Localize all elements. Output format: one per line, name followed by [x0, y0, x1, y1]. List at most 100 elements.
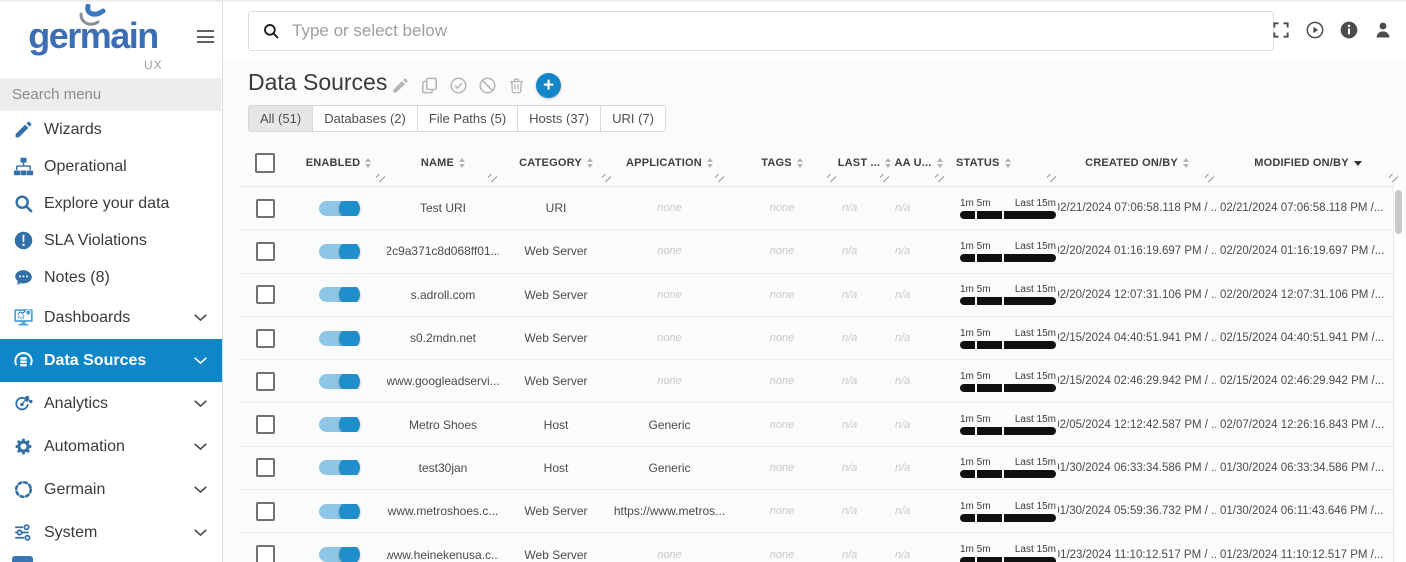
row-checkbox[interactable]	[256, 458, 275, 477]
trash-icon[interactable]	[507, 76, 526, 95]
user-icon[interactable]	[1372, 19, 1394, 41]
table-row[interactable]: test30janHostGenericnonen/an/a1m 5mLast …	[240, 447, 1400, 490]
sidebar-item-system[interactable]: System	[0, 511, 222, 554]
enabled-toggle[interactable]	[319, 374, 359, 389]
sidebar-item-analytics[interactable]: Analytics	[0, 382, 222, 425]
table-row[interactable]: www.metroshoes.c...Web Serverhttps://www…	[240, 490, 1400, 533]
table-row[interactable]: Test URIURInonenonen/an/a1m 5mLast 15m02…	[240, 187, 1400, 230]
column-resize-handle[interactable]	[827, 174, 836, 182]
enabled-toggle[interactable]	[319, 244, 359, 259]
enabled-cell	[290, 201, 387, 216]
column-resize-handle[interactable]	[1047, 174, 1056, 182]
column-header-application[interactable]: APPLICATION	[613, 140, 726, 186]
tab-databases-2[interactable]: Databases (2)	[313, 105, 418, 132]
status-widget[interactable]: 1m 5mLast 15m	[960, 501, 1056, 522]
cell-value: Web Server	[524, 331, 587, 345]
pencil-icon[interactable]	[391, 76, 410, 95]
enabled-toggle[interactable]	[319, 547, 359, 562]
add-data-source-button[interactable]: +	[536, 73, 561, 98]
sidebar-item-dashboards[interactable]: Dashboards	[0, 296, 222, 339]
sidebar-search-input[interactable]	[0, 78, 221, 111]
table-row[interactable]: 2c9a371c8d068ff01...Web Servernonenonen/…	[240, 230, 1400, 273]
sidebar-item-automation[interactable]: Automation	[0, 425, 222, 468]
enabled-toggle[interactable]	[319, 287, 359, 302]
row-checkbox[interactable]	[256, 329, 275, 348]
toggle-knob	[339, 244, 360, 259]
row-checkbox-cell	[240, 502, 290, 521]
table-cell: Web Server	[499, 504, 613, 518]
table-cell: Generic	[613, 418, 726, 432]
status-widget[interactable]: 1m 5mLast 15m	[960, 414, 1056, 435]
column-resize-handle[interactable]	[376, 174, 385, 182]
table-row[interactable]: www.googleadservi...Web Servernonenonen/…	[240, 360, 1400, 403]
sidebar-item-wizards[interactable]: Wizards	[0, 111, 222, 148]
column-header-modified[interactable]: MODIFIED ON/BY	[1216, 140, 1400, 186]
status-widget[interactable]: 1m 5mLast 15m	[960, 371, 1056, 392]
row-checkbox[interactable]	[256, 242, 275, 261]
status-widget[interactable]: 1m 5mLast 15m	[960, 284, 1056, 305]
column-header-aau[interactable]: AA U...	[891, 140, 946, 186]
tab-uri-7[interactable]: URI (7)	[601, 105, 666, 132]
table-cell: s.adroll.com	[387, 288, 499, 302]
column-header-status[interactable]: STATUS	[946, 140, 1058, 186]
status-bar-divider	[1002, 341, 1004, 349]
table-cell: none	[726, 505, 838, 517]
ban-icon[interactable]	[478, 76, 497, 95]
check-circle-icon[interactable]	[449, 76, 468, 95]
table-cell: 01/23/2024 11:10:12.517 PM / ...	[1058, 549, 1216, 561]
sidebar-item-data-sources[interactable]: Data Sources	[0, 339, 222, 382]
column-resize-handle[interactable]	[488, 174, 497, 182]
enabled-toggle[interactable]	[319, 460, 359, 475]
enabled-toggle[interactable]	[319, 201, 359, 216]
sidebar-item-germain[interactable]: Germain	[0, 468, 222, 511]
column-resize-handle[interactable]	[880, 174, 889, 182]
row-checkbox[interactable]	[256, 502, 275, 521]
column-resize-handle[interactable]	[715, 174, 724, 182]
row-checkbox[interactable]	[256, 199, 275, 218]
column-header-category[interactable]: CATEGORY	[499, 140, 613, 186]
status-label-left: 1m 5m	[960, 457, 991, 468]
status-widget[interactable]: 1m 5mLast 15m	[960, 328, 1056, 349]
row-checkbox[interactable]	[256, 372, 275, 391]
column-header-created[interactable]: CREATED ON/BY	[1058, 140, 1216, 186]
column-header-tags[interactable]: TAGS	[726, 140, 838, 186]
row-checkbox[interactable]	[256, 285, 275, 304]
row-checkbox[interactable]	[256, 545, 275, 562]
sidebar-item-notes-8[interactable]: Notes (8)	[0, 259, 222, 296]
fullscreen-icon[interactable]	[1270, 19, 1292, 41]
tab-file-paths-5[interactable]: File Paths (5)	[418, 105, 518, 132]
column-resize-handle[interactable]	[1205, 174, 1214, 182]
row-checkbox[interactable]	[256, 415, 275, 434]
column-resize-handle[interactable]	[935, 174, 944, 182]
sidebar-item-operational[interactable]: Operational	[0, 148, 222, 185]
table-row[interactable]: s.adroll.comWeb Servernonenonen/an/a1m 5…	[240, 274, 1400, 317]
sidebar-item-sla-violations[interactable]: SLA Violations	[0, 222, 222, 259]
status-widget[interactable]: 1m 5mLast 15m	[960, 544, 1056, 562]
enabled-toggle[interactable]	[319, 331, 359, 346]
table-row[interactable]: Metro ShoesHostGenericnonen/an/a1m 5mLas…	[240, 403, 1400, 446]
column-resize-handle[interactable]	[1389, 174, 1398, 182]
column-header-enabled[interactable]: ENABLED	[290, 140, 387, 186]
enabled-toggle[interactable]	[319, 417, 359, 432]
tab-hosts-37[interactable]: Hosts (37)	[518, 105, 601, 132]
global-search[interactable]	[248, 11, 1274, 51]
status-widget[interactable]: 1m 5mLast 15m	[960, 241, 1056, 262]
tab-all-51[interactable]: All (51)	[248, 105, 313, 132]
status-widget[interactable]: 1m 5mLast 15m	[960, 457, 1056, 478]
global-search-input[interactable]	[290, 20, 1273, 42]
copy-icon[interactable]	[420, 76, 439, 95]
column-header-name[interactable]: NAME	[387, 140, 499, 186]
column-resize-handle[interactable]	[602, 174, 611, 182]
status-widget[interactable]: 1m 5mLast 15m	[960, 198, 1056, 219]
germain-logo[interactable]: germain UX	[18, 18, 168, 54]
scrollbar-thumb[interactable]	[1395, 190, 1402, 234]
enabled-toggle[interactable]	[319, 504, 359, 519]
info-circle-icon[interactable]	[1338, 19, 1360, 41]
column-header-last[interactable]: LAST ...	[838, 140, 891, 186]
select-all-checkbox[interactable]	[255, 153, 275, 173]
table-row[interactable]: www.heinekenusa.c...Web Servernonenonen/…	[240, 533, 1400, 562]
sidebar-item-explore-your-data[interactable]: Explore your data	[0, 185, 222, 222]
table-row[interactable]: s0.2mdn.netWeb Servernonenonen/an/a1m 5m…	[240, 317, 1400, 360]
play-circle-icon[interactable]	[1304, 19, 1326, 41]
hamburger-menu-icon[interactable]	[197, 30, 214, 47]
